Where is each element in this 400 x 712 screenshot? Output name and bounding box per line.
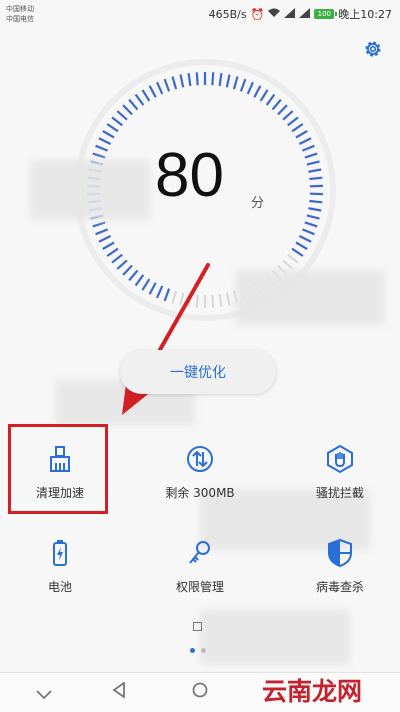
tool-antivirus-label: 病毒查杀 bbox=[285, 578, 395, 595]
tool-harassment-block[interactable]: 骚扰拦截 bbox=[285, 444, 395, 501]
tool-harassment-block-label: 骚扰拦截 bbox=[285, 484, 395, 501]
battery-icon bbox=[45, 538, 75, 568]
tool-data-traffic[interactable]: 剩余 300MB bbox=[145, 444, 255, 501]
optimize-button[interactable]: 一键优化 bbox=[120, 350, 276, 394]
tool-cleanup[interactable]: 清理加速 bbox=[5, 444, 115, 501]
back-icon[interactable] bbox=[112, 682, 126, 702]
broom-icon bbox=[45, 444, 75, 474]
key-icon bbox=[185, 538, 215, 568]
shield-hand-icon bbox=[325, 444, 355, 474]
page-dot bbox=[201, 648, 206, 653]
tool-antivirus[interactable]: 病毒查杀 bbox=[285, 538, 395, 595]
page-dot-active bbox=[190, 648, 195, 653]
page-marker-icon bbox=[193, 622, 202, 631]
tool-battery[interactable]: 电池 bbox=[5, 538, 115, 595]
tool-battery-label: 电池 bbox=[5, 578, 115, 595]
tool-permissions-label: 权限管理 bbox=[145, 578, 255, 595]
antivirus-shield-icon bbox=[325, 538, 355, 568]
site-watermark: 云南龙网 bbox=[262, 672, 362, 708]
page-indicator bbox=[190, 648, 206, 653]
tool-data-traffic-label: 剩余 300MB bbox=[145, 484, 255, 501]
home-icon[interactable] bbox=[192, 682, 208, 702]
chevron-down-icon[interactable] bbox=[36, 685, 52, 704]
data-traffic-icon bbox=[185, 444, 215, 474]
tool-permissions[interactable]: 权限管理 bbox=[145, 538, 255, 595]
tool-cleanup-label: 清理加速 bbox=[5, 484, 115, 501]
